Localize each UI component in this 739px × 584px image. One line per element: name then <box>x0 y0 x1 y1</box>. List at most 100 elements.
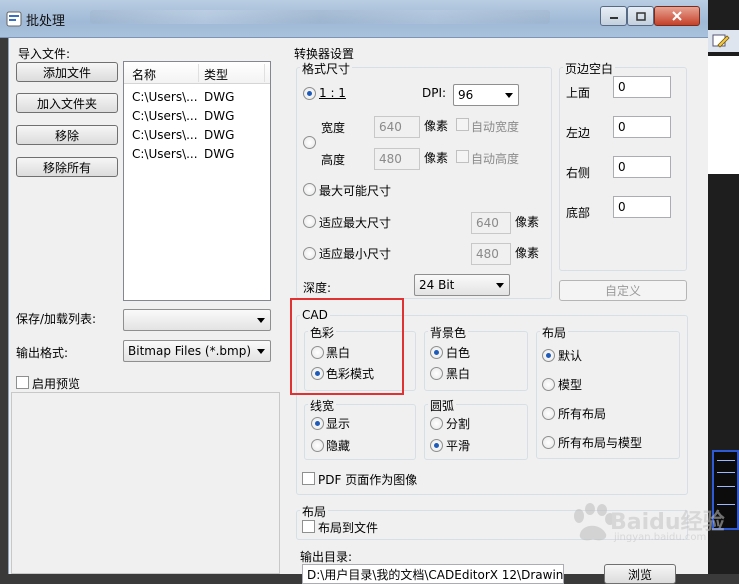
file-row[interactable]: C:\Users\... DWG <box>124 88 270 107</box>
file-type: DWG <box>204 147 235 161</box>
layout-all-model-radio[interactable] <box>542 436 555 449</box>
background-black-radio[interactable] <box>430 367 443 380</box>
width-input[interactable]: 640 <box>374 116 420 138</box>
output-dir-input[interactable]: D:\用户目录\我的文档\CADEditorX 12\Drawings\ <box>302 564 564 584</box>
file-row[interactable]: C:\Users\... DWG <box>124 145 270 164</box>
chevron-down-icon <box>257 318 265 323</box>
arc-smooth-radio[interactable] <box>430 439 443 452</box>
layout-all-radio[interactable] <box>542 407 555 420</box>
auto-height-checkbox[interactable] <box>456 150 469 163</box>
arc-smooth-label: 平滑 <box>446 439 471 453</box>
layout-model-label: 模型 <box>558 378 583 392</box>
linewidth-title: 线宽 <box>308 397 337 414</box>
pdf-as-image-label: PDF 页面作为图像 <box>318 473 418 487</box>
file-row[interactable]: C:\Users\... DWG <box>124 107 270 126</box>
linewidth-show-radio[interactable] <box>311 417 324 430</box>
background-white-radio[interactable] <box>430 346 443 359</box>
linewidth-hide-label: 隐藏 <box>326 439 351 453</box>
file-name: C:\Users\... <box>132 109 198 123</box>
save-load-list-select[interactable] <box>123 309 271 331</box>
margin-bottom-label: 底部 <box>566 206 591 220</box>
margin-left-input[interactable]: 0 <box>613 116 671 138</box>
margins-title: 页边空白 <box>563 60 616 77</box>
preview-area <box>11 392 280 574</box>
add-file-button[interactable]: 添加文件 <box>16 62 118 82</box>
file-list[interactable]: 名称 类型 C:\Users\... DWG C:\Users\... DWG … <box>123 61 271 301</box>
close-button[interactable] <box>654 6 700 26</box>
margin-bottom-input[interactable]: 0 <box>613 196 671 218</box>
height-input[interactable]: 480 <box>374 148 420 170</box>
chevron-down-icon <box>257 349 265 354</box>
width-unit-label: 像素 <box>424 119 449 133</box>
minimize-button[interactable] <box>600 6 627 26</box>
enable-preview-label: 启用预览 <box>32 377 81 391</box>
auto-width-checkbox[interactable] <box>456 118 469 131</box>
file-row[interactable]: C:\Users\... DWG <box>124 126 270 145</box>
margin-right-label: 右侧 <box>566 166 591 180</box>
maximize-icon <box>635 11 646 21</box>
cad-layout-title: 布局 <box>540 324 569 341</box>
linewidth-show-label: 显示 <box>326 417 351 431</box>
close-icon <box>672 11 682 21</box>
margin-left-label: 左边 <box>566 126 591 140</box>
fit-min-size-radio[interactable] <box>303 247 316 260</box>
arc-title: 圆弧 <box>428 397 457 414</box>
margin-top-input[interactable]: 0 <box>613 76 671 98</box>
dpi-label: DPI: <box>422 86 447 100</box>
output-format-value: Bitmap Files (*.bmp) <box>128 344 251 358</box>
enable-preview-checkbox[interactable] <box>16 376 29 389</box>
browse-button[interactable]: 浏览 <box>604 564 676 584</box>
background-white-label: 白色 <box>446 346 471 360</box>
layout-default-label: 默认 <box>558 349 583 363</box>
ratio-1-1-radio[interactable] <box>303 87 316 100</box>
window-title: 批处理 <box>26 14 66 29</box>
layout-to-file-checkbox[interactable] <box>302 520 315 533</box>
dpi-select[interactable]: 96 <box>453 84 519 106</box>
fit-min-size-input[interactable]: 480 <box>471 243 511 265</box>
linewidth-hide-radio[interactable] <box>311 439 324 452</box>
layout-model-radio[interactable] <box>542 378 555 391</box>
arc-split-radio[interactable] <box>430 417 443 430</box>
window-titlebar[interactable]: 批处理 <box>0 0 708 38</box>
fit-max-unit-label: 像素 <box>515 215 540 229</box>
custom-size-radio[interactable] <box>303 136 316 149</box>
layout-all-label: 所有布局 <box>558 407 607 421</box>
custom-button[interactable]: 自定义 <box>559 280 687 301</box>
layout-default-radio[interactable] <box>542 349 555 362</box>
layout-section-title: 布局 <box>300 503 329 520</box>
file-name: C:\Users\... <box>132 128 198 142</box>
remove-button[interactable]: 移除 <box>16 125 118 145</box>
chevron-down-icon <box>496 283 504 288</box>
margin-right-input[interactable]: 0 <box>613 156 671 178</box>
fit-max-size-input[interactable]: 640 <box>471 212 511 234</box>
chevron-down-icon <box>505 93 513 98</box>
height-unit-label: 像素 <box>424 151 449 165</box>
add-folder-button[interactable]: 加入文件夹 <box>16 93 118 113</box>
pdf-as-image-checkbox[interactable] <box>302 472 315 485</box>
remove-all-button[interactable]: 移除所有 <box>16 157 118 177</box>
depth-value: 24 Bit <box>419 278 455 292</box>
maximize-button[interactable] <box>627 6 654 26</box>
max-possible-size-label: 最大可能尺寸 <box>319 184 392 198</box>
batch-app-icon <box>6 11 22 27</box>
format-size-title: 格式尺寸 <box>300 60 353 77</box>
max-possible-size-radio[interactable] <box>303 183 316 196</box>
margin-top-label: 上面 <box>566 86 591 100</box>
output-format-select[interactable]: Bitmap Files (*.bmp) <box>123 340 271 362</box>
fit-max-size-radio[interactable] <box>303 215 316 228</box>
column-header-name[interactable]: 名称 <box>132 66 156 83</box>
auto-width-label: 自动宽度 <box>471 120 520 134</box>
ratio-1-1-label: 1 : 1 <box>319 86 346 100</box>
layout-all-model-label: 所有布局与模型 <box>558 436 643 450</box>
baidu-watermark: Baidu经验 jingyan.baidu.com <box>570 498 725 558</box>
column-header-type[interactable]: 类型 <box>204 66 228 83</box>
pen-icon <box>712 34 730 48</box>
arc-split-label: 分割 <box>446 417 471 431</box>
fit-max-size-label: 适应最大尺寸 <box>319 216 392 230</box>
depth-select[interactable]: 24 Bit <box>414 274 510 296</box>
minimize-icon <box>609 17 618 19</box>
auto-height-label: 自动高度 <box>471 152 520 166</box>
save-load-list-label: 保存/加载列表: <box>16 312 97 326</box>
file-type: DWG <box>204 90 235 104</box>
file-list-header: 名称 类型 <box>124 62 270 84</box>
